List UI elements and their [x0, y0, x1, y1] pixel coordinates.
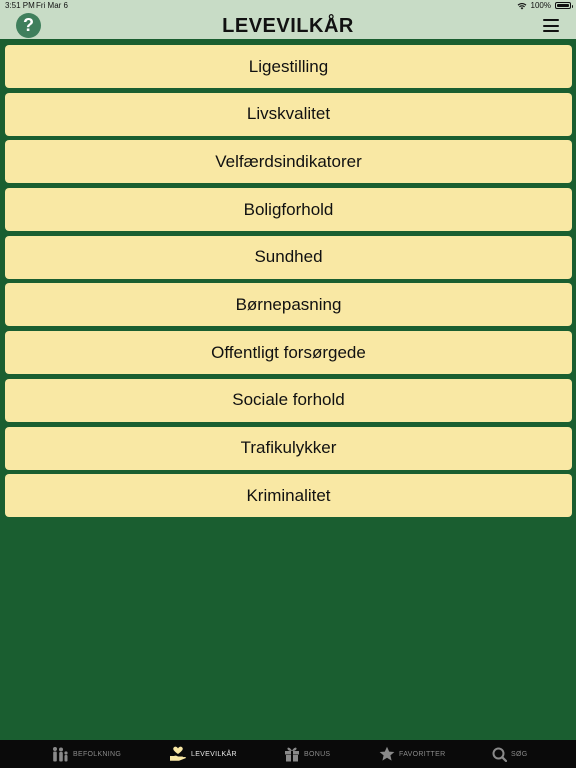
status-date: Fri Mar 6 [36, 1, 68, 10]
list-item-sundhed[interactable]: Sundhed [5, 235, 572, 279]
people-icon [53, 747, 68, 762]
tab-bar: BEFOLKNING LEVEVILKÅR BONUS FAVORITTER S… [0, 740, 576, 768]
tab-favoritter[interactable]: FAVORITTER [379, 740, 445, 768]
list-item-ligestilling[interactable]: Ligestilling [5, 45, 572, 88]
list-item-livskvalitet[interactable]: Livskvalitet [5, 92, 572, 136]
status-right: 100% [517, 1, 573, 10]
list-item-label: Kriminalitet [246, 485, 331, 505]
list-item-kriminalitet[interactable]: Kriminalitet [5, 474, 572, 518]
list-item-boernepasning[interactable]: Børnepasning [5, 283, 572, 327]
hand-heart-icon [170, 746, 186, 761]
gift-icon [285, 747, 299, 762]
status-time: 3:51 PM [5, 1, 35, 10]
category-list: Ligestilling Livskvalitet Velfærdsindika… [5, 45, 572, 522]
battery-icon [555, 2, 573, 9]
list-item-label: Ligestilling [248, 56, 329, 76]
search-icon [492, 747, 507, 762]
list-item-label: Boligforhold [243, 199, 334, 219]
tab-label: LEVEVILKÅR [191, 750, 237, 758]
list-item-label: Trafikulykker [240, 438, 337, 457]
list-item-sociale-forhold[interactable]: Sociale forhold [5, 378, 572, 422]
wifi-icon [517, 2, 526, 9]
status-bar: 3:51 PM Fri Mar 6 100% [0, 0, 576, 12]
list-item-offentligt-forsoergede[interactable]: Offentligt forsørgede [5, 331, 572, 375]
battery-percent: 100% [530, 1, 551, 10]
list-item-label: Velfærdsindikatorer [215, 151, 362, 171]
list-item-boligforhold[interactable]: Boligforhold [5, 188, 572, 232]
tab-label: BEFOLKNING [73, 750, 122, 758]
tab-label: BONUS [304, 750, 331, 758]
list-item-label: Offentligt forsørgede [211, 342, 366, 362]
tab-levevilkaar[interactable]: LEVEVILKÅR [169, 740, 237, 768]
list-item-velfaerdsindikatorer[interactable]: Velfærdsindikatorer [5, 140, 572, 184]
list-item-label: Sociale forhold [232, 390, 345, 410]
nav-bar: ? LEVEVILKÅR [0, 12, 576, 39]
hamburger-menu-icon[interactable] [543, 19, 559, 32]
list-item-label: Livskvalitet [246, 104, 331, 124]
page-title: LEVEVILKÅR [222, 15, 354, 37]
list-item-label: Sundhed [254, 247, 323, 267]
tab-bonus[interactable]: BONUS [284, 740, 330, 768]
tab-soeg[interactable]: SØG [492, 740, 527, 768]
list-item-label: Børnepasning [235, 294, 342, 314]
tab-label: FAVORITTER [399, 750, 446, 758]
tab-befolkning[interactable]: BEFOLKNING [51, 740, 121, 768]
star-icon [379, 746, 395, 761]
list-item-trafikulykker[interactable]: Trafikulykker [5, 426, 572, 470]
tab-label: SØG [511, 750, 528, 758]
